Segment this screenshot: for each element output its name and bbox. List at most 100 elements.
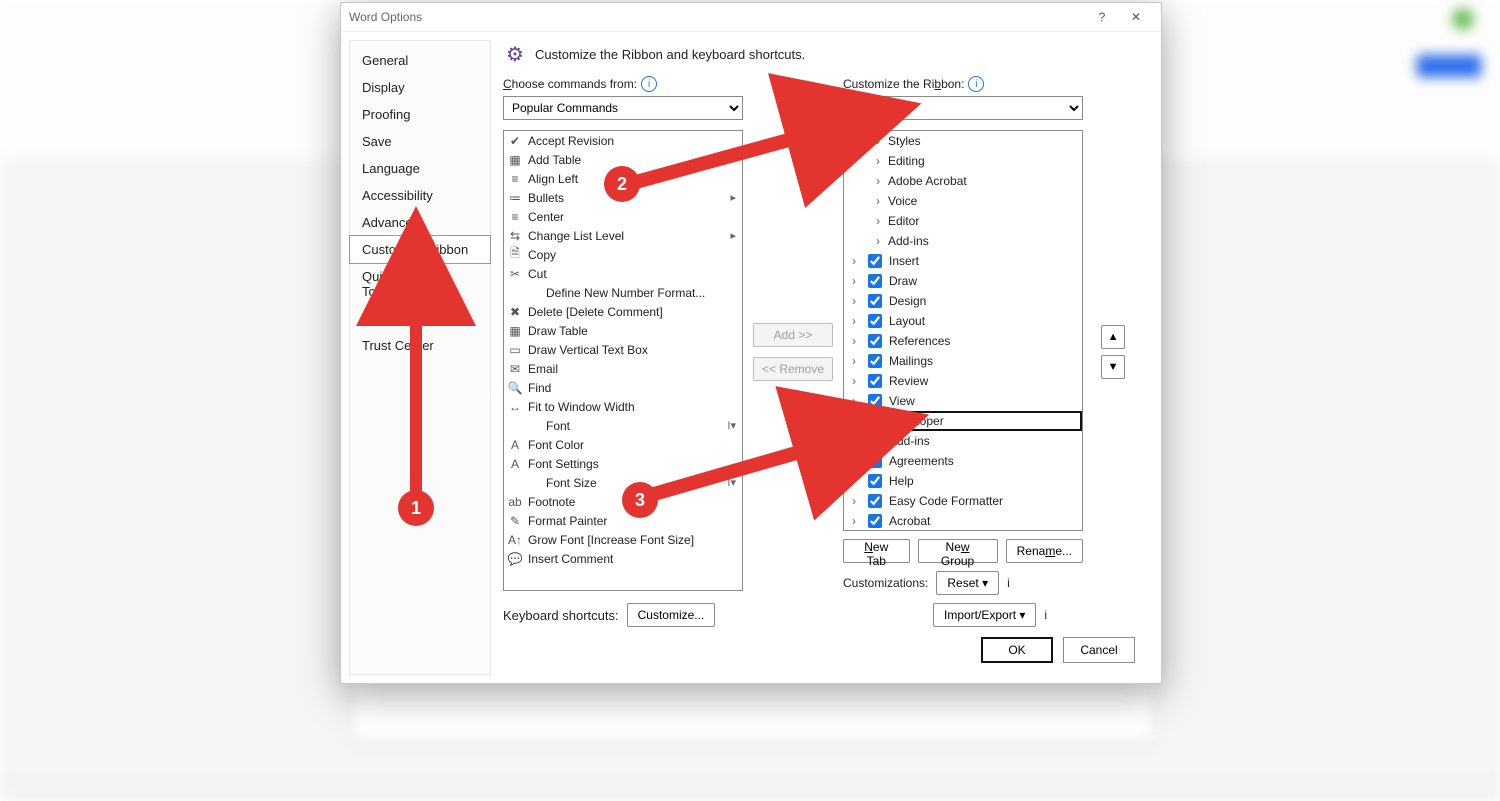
ribbon-tab-review[interactable]: ›Review xyxy=(844,371,1082,391)
new-tab-button[interactable]: New Tab xyxy=(843,539,910,563)
tab-visible-checkbox[interactable] xyxy=(868,514,882,528)
info-icon[interactable]: i xyxy=(1044,608,1047,622)
tree-twisty-icon[interactable]: › xyxy=(848,274,860,288)
ribbon-tab-help[interactable]: ›Help xyxy=(844,471,1082,491)
reset-button[interactable]: Reset ▾ xyxy=(936,571,999,595)
options-category-display[interactable]: Display xyxy=(350,74,490,101)
command-item[interactable]: ≔Bullets▸ xyxy=(504,188,742,207)
options-category-accessibility[interactable]: Accessibility xyxy=(350,182,490,209)
command-item[interactable]: 🗎Copy xyxy=(504,245,742,264)
ok-button[interactable]: OK xyxy=(981,637,1053,663)
import-export-button[interactable]: Import/Export ▾ xyxy=(933,603,1036,627)
command-item[interactable]: ✔Accept Revision xyxy=(504,131,742,150)
move-down-button[interactable]: ▼ xyxy=(1101,355,1125,379)
command-item[interactable]: ▦Add Table▸ xyxy=(504,150,742,169)
command-item[interactable]: 💬Insert Comment xyxy=(504,549,742,568)
tree-twisty-icon[interactable]: › xyxy=(872,194,884,208)
command-item[interactable]: Font SizeI▾ xyxy=(504,473,742,492)
command-item[interactable]: ⇆Change List Level▸ xyxy=(504,226,742,245)
choose-commands-combo[interactable]: Popular Commands xyxy=(503,96,743,120)
ribbon-tab-add-ins[interactable]: ›Add-ins xyxy=(844,231,1082,251)
tree-twisty-icon[interactable]: › xyxy=(872,234,884,248)
command-item[interactable]: A↑Grow Font [Increase Font Size] xyxy=(504,530,742,549)
tab-visible-checkbox[interactable] xyxy=(868,474,882,488)
command-item[interactable]: FontI▾ xyxy=(504,416,742,435)
options-category-customize-ribbon[interactable]: Customize Ribbon xyxy=(349,235,491,264)
tab-visible-checkbox[interactable] xyxy=(868,254,882,268)
customize-ribbon-combo[interactable]: Main Tabs xyxy=(843,96,1083,120)
tree-twisty-icon[interactable]: › xyxy=(872,174,884,188)
tab-visible-checkbox[interactable] xyxy=(868,494,882,508)
ribbon-tab-agreements[interactable]: Agreements xyxy=(844,451,1082,471)
options-category-add-ins[interactable]: Add-ins xyxy=(350,305,490,332)
command-item[interactable]: 🔍Find xyxy=(504,378,742,397)
options-category-language[interactable]: Language xyxy=(350,155,490,182)
ribbon-tab-easy-code-formatter[interactable]: ›Easy Code Formatter xyxy=(844,491,1082,511)
command-item[interactable]: ↔Fit to Window Width xyxy=(504,397,742,416)
tree-twisty-icon[interactable]: › xyxy=(848,334,860,348)
info-icon[interactable]: i xyxy=(968,76,984,92)
tab-visible-checkbox[interactable] xyxy=(868,374,882,388)
tree-twisty-icon[interactable]: › xyxy=(848,314,860,328)
tree-twisty-icon[interactable]: › xyxy=(872,154,884,168)
tab-visible-checkbox[interactable] xyxy=(868,414,882,428)
options-category-trust-center[interactable]: Trust Center xyxy=(350,332,490,359)
tab-visible-checkbox[interactable] xyxy=(868,354,882,368)
options-category-proofing[interactable]: Proofing xyxy=(350,101,490,128)
close-button[interactable]: ✕ xyxy=(1119,3,1153,31)
tree-twisty-icon[interactable]: › xyxy=(848,394,860,408)
tree-twisty-icon[interactable]: › xyxy=(848,514,860,528)
ribbon-tab-mailings[interactable]: ›Mailings xyxy=(844,351,1082,371)
customize-keyboard-button[interactable]: Customize... xyxy=(627,603,716,627)
tree-twisty-icon[interactable]: › xyxy=(872,214,884,228)
options-category-save[interactable]: Save xyxy=(350,128,490,155)
options-category-general[interactable]: General xyxy=(350,47,490,74)
command-item[interactable]: ▦Draw Table xyxy=(504,321,742,340)
ribbon-tab-adobe-acrobat[interactable]: ›Adobe Acrobat xyxy=(844,171,1082,191)
tab-visible-checkbox[interactable] xyxy=(868,314,882,328)
ribbon-tab-insert[interactable]: ›Insert xyxy=(844,251,1082,271)
help-button[interactable]: ? xyxy=(1085,3,1119,31)
info-icon[interactable]: i xyxy=(641,76,657,92)
ribbon-tab-add-ins[interactable]: Add-ins xyxy=(844,431,1082,451)
new-group-button[interactable]: New Group xyxy=(918,539,998,563)
tree-twisty-icon[interactable]: › xyxy=(872,134,884,148)
command-item[interactable]: ✎Format Painter xyxy=(504,511,742,530)
ribbon-tab-references[interactable]: ›References xyxy=(844,331,1082,351)
ribbon-tree[interactable]: ›Styles›Editing›Adobe Acrobat›Voice›Edit… xyxy=(843,130,1083,531)
tree-twisty-icon[interactable]: › xyxy=(848,354,860,368)
tab-visible-checkbox[interactable] xyxy=(868,334,882,348)
command-item[interactable]: AFont Settings xyxy=(504,454,742,473)
ribbon-tab-voice[interactable]: ›Voice xyxy=(844,191,1082,211)
command-item[interactable]: abFootnote xyxy=(504,492,742,511)
tree-twisty-icon[interactable]: › xyxy=(848,254,860,268)
tree-twisty-icon[interactable]: › xyxy=(848,294,860,308)
ribbon-tab-draw[interactable]: ›Draw xyxy=(844,271,1082,291)
add-button[interactable]: Add >> xyxy=(753,323,833,347)
ribbon-tab-styles[interactable]: ›Styles xyxy=(844,131,1082,151)
ribbon-tab-editor[interactable]: ›Editor xyxy=(844,211,1082,231)
command-item[interactable]: ≡Align Left xyxy=(504,169,742,188)
move-up-button[interactable]: ▲ xyxy=(1101,325,1125,349)
tree-twisty-icon[interactable]: › xyxy=(848,374,860,388)
ribbon-tab-design[interactable]: ›Design xyxy=(844,291,1082,311)
tree-twisty-icon[interactable]: › xyxy=(848,494,860,508)
cancel-button[interactable]: Cancel xyxy=(1063,637,1135,663)
tree-twisty-icon[interactable]: › xyxy=(848,474,860,488)
command-item[interactable]: ▭Draw Vertical Text Box xyxy=(504,340,742,359)
info-icon[interactable]: i xyxy=(1007,576,1010,590)
remove-button[interactable]: << Remove xyxy=(753,357,833,381)
command-item[interactable]: AFont Color xyxy=(504,435,742,454)
ribbon-tab-editing[interactable]: ›Editing xyxy=(844,151,1082,171)
ribbon-tab-layout[interactable]: ›Layout xyxy=(844,311,1082,331)
commands-listbox[interactable]: ✔Accept Revision▦Add Table▸≡Align Left≔B… xyxy=(503,130,743,591)
command-item[interactable]: ✉Email xyxy=(504,359,742,378)
tab-visible-checkbox[interactable] xyxy=(868,394,882,408)
tab-visible-checkbox[interactable] xyxy=(868,294,882,308)
ribbon-tab-view[interactable]: ›View xyxy=(844,391,1082,411)
ribbon-tab-acrobat[interactable]: ›Acrobat xyxy=(844,511,1082,531)
tab-visible-checkbox[interactable] xyxy=(868,454,882,468)
command-item[interactable]: Define New Number Format... xyxy=(504,283,742,302)
command-item[interactable]: ≡Center xyxy=(504,207,742,226)
rename-button[interactable]: Rename... xyxy=(1006,539,1083,563)
